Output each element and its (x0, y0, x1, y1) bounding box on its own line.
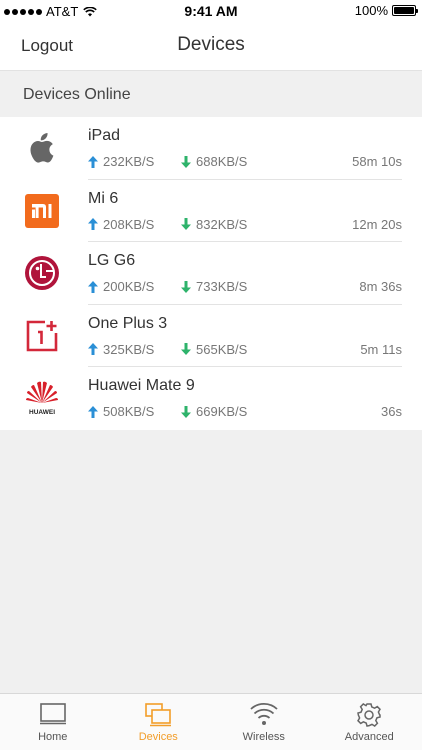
gear-icon (357, 703, 382, 727)
upload-rate: 508KB/S (87, 404, 154, 419)
download-value: 669KB/S (196, 404, 248, 420)
arrow-down-icon (181, 405, 191, 418)
huawei-wordmark: HUAWEI (29, 409, 55, 416)
navigation-bar: Logout Devices (0, 22, 422, 70)
section-header: Devices Online (0, 70, 422, 117)
device-row[interactable]: One Plus 3 325KB/S 565KB/S 5m 11s (0, 305, 422, 368)
upload-rate: 232KB/S (87, 154, 154, 169)
battery-percent: 100% (354, 3, 388, 18)
download-value: 733KB/S (196, 279, 248, 295)
tab-home[interactable]: Home (0, 694, 106, 750)
battery-icon (392, 5, 418, 16)
arrow-down-icon (181, 343, 191, 356)
apple-icon (22, 129, 62, 167)
upload-rate: 208KB/S (87, 217, 154, 232)
device-name: Huawei Mate 9 (88, 377, 195, 395)
upload-value: 200KB/S (103, 279, 155, 295)
devices-icon (145, 703, 172, 727)
device-stats: 200KB/S 733KB/S (87, 279, 247, 294)
section-title: Devices Online (23, 86, 131, 103)
connected-time: 8m 36s (359, 279, 402, 295)
device-stats: 208KB/S 832KB/S (87, 217, 247, 232)
arrow-down-icon (181, 155, 191, 168)
download-value: 832KB/S (196, 216, 248, 232)
upload-value: 325KB/S (103, 341, 155, 357)
connected-time: 58m 10s (352, 154, 402, 169)
tab-label: Advanced (344, 731, 394, 743)
logout-button[interactable]: Logout (21, 36, 73, 56)
connected-time: 5m 11s (360, 341, 402, 357)
upload-rate: 200KB/S (87, 279, 154, 294)
tab-label: Wireless (242, 731, 285, 743)
monitor-icon (39, 703, 66, 725)
connected-time: 36s (381, 404, 402, 420)
tab-wireless[interactable]: Wireless (211, 694, 317, 750)
download-rate: 565KB/S (180, 342, 247, 357)
huawei-logo: HUAWEI (22, 379, 62, 417)
connected-time: 12m 20s (352, 216, 402, 232)
device-list: iPad 232KB/S 688KB/S 58m 10s Mi 6 208KB/… (0, 117, 422, 430)
status-bar: AT&T 9:41 AM 100% (0, 0, 422, 22)
download-value: 565KB/S (196, 341, 248, 357)
device-stats: 508KB/S 669KB/S (87, 404, 247, 419)
device-row[interactable]: Mi 6 208KB/S 832KB/S 12m 20s (0, 180, 422, 243)
device-row[interactable]: LG G6 200KB/S 733KB/S 8m 36s (0, 242, 422, 305)
arrow-up-icon (88, 155, 98, 168)
upload-value: 508KB/S (103, 404, 155, 420)
status-right: 100% (354, 3, 418, 18)
device-row[interactable]: iPad 232KB/S 688KB/S 58m 10s (0, 117, 422, 180)
download-rate: 688KB/S (180, 154, 247, 169)
xiaomi-logo (22, 192, 62, 230)
device-name: iPad (88, 127, 121, 144)
tab-bar: Home Devices Wireless Advanced (0, 693, 422, 750)
upload-value: 208KB/S (103, 216, 155, 232)
download-value: 688KB/S (196, 154, 248, 169)
arrow-up-icon (88, 218, 98, 231)
device-name: LG G6 (88, 252, 136, 270)
upload-rate: 325KB/S (87, 342, 154, 357)
device-row[interactable]: HUAWEI Huawei Mate 9 508KB/S 669KB/S 36s (0, 367, 422, 430)
tab-devices[interactable]: Devices (106, 694, 212, 750)
device-stats: 325KB/S 565KB/S (87, 342, 247, 357)
device-stats: 232KB/S 688KB/S (87, 154, 247, 169)
upload-value: 232KB/S (103, 154, 155, 169)
lg-logo (22, 254, 62, 292)
arrow-down-icon (181, 218, 191, 231)
download-rate: 832KB/S (180, 217, 247, 232)
wifi-icon (250, 702, 278, 725)
arrow-down-icon (181, 280, 191, 293)
device-name: One Plus 3 (88, 314, 168, 332)
download-rate: 669KB/S (180, 404, 247, 419)
arrow-up-icon (88, 343, 98, 356)
tab-advanced[interactable]: Advanced (317, 694, 422, 750)
tab-label: Home (38, 731, 68, 743)
download-rate: 733KB/S (180, 279, 247, 294)
arrow-up-icon (88, 405, 98, 418)
oneplus-logo (22, 317, 62, 355)
tab-label: Devices (138, 731, 178, 743)
arrow-up-icon (88, 280, 98, 293)
device-name: Mi 6 (88, 189, 119, 207)
